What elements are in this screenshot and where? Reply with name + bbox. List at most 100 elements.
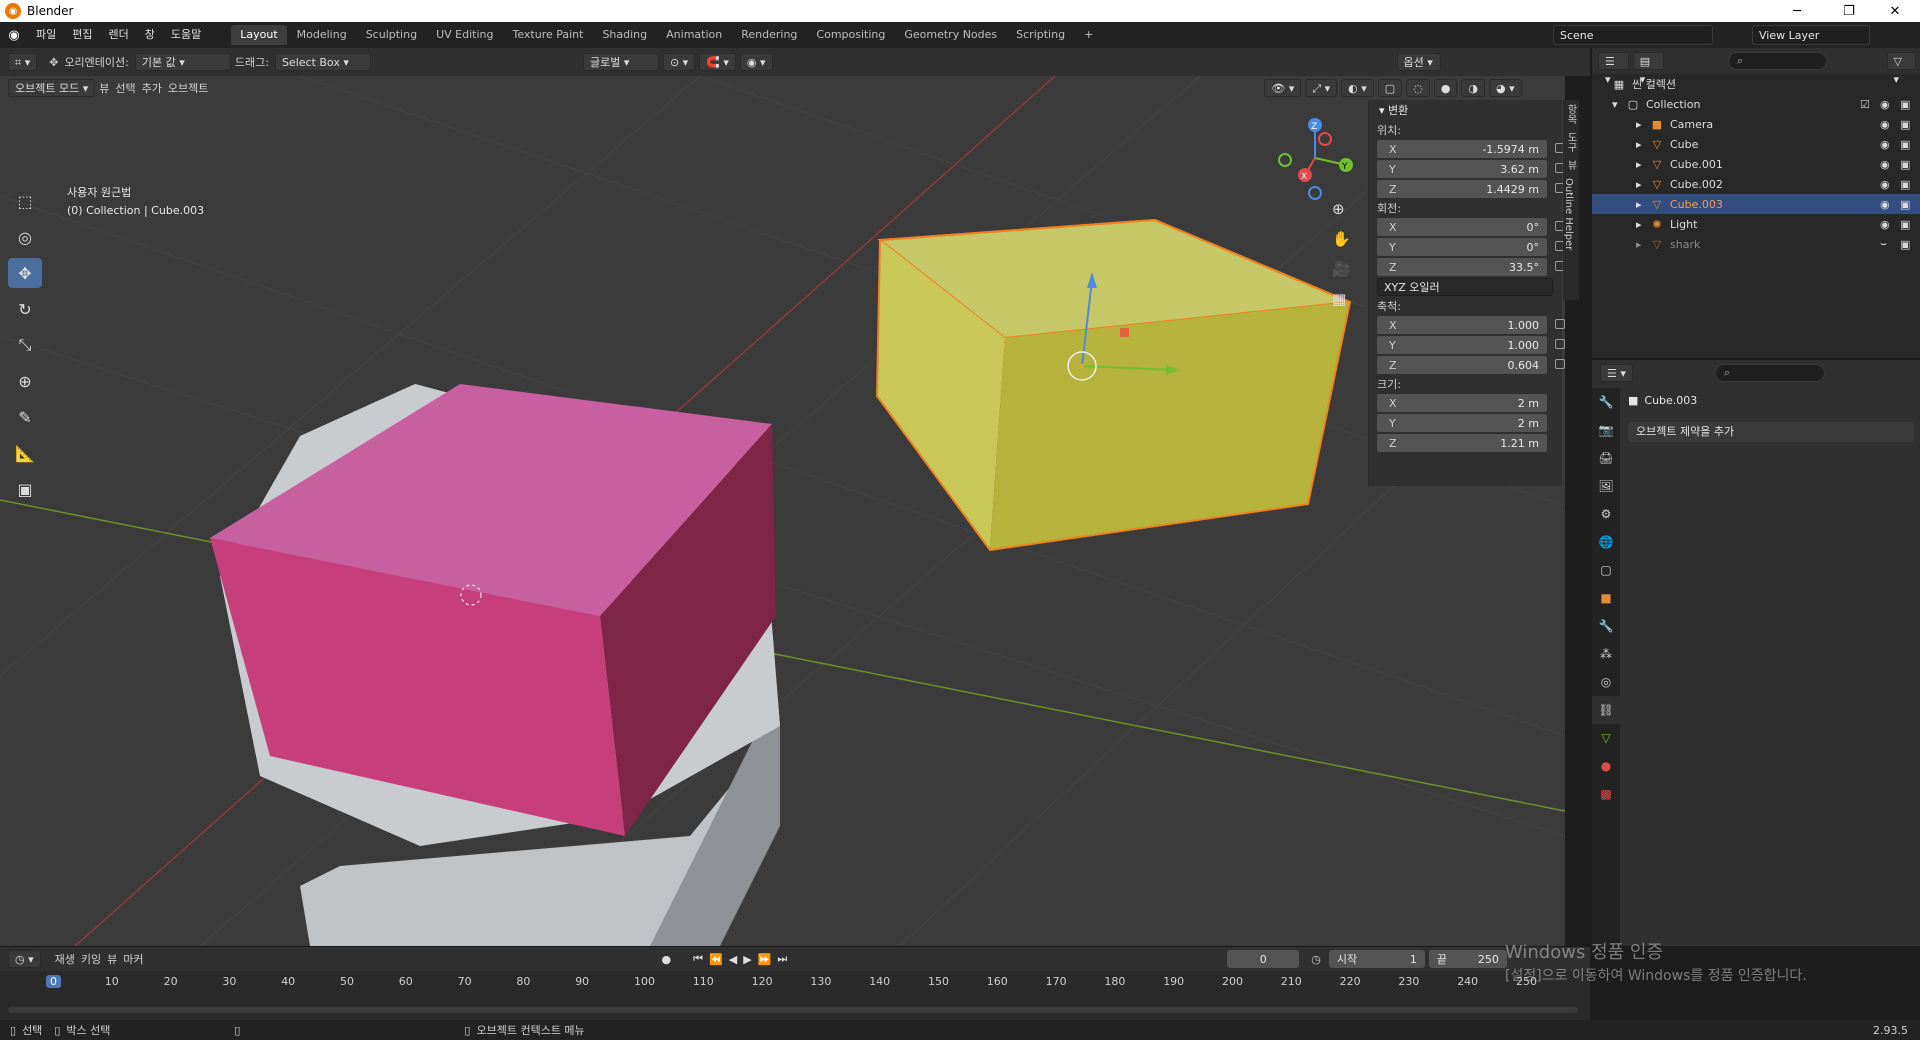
transform-tool-icon[interactable]: ⊕ (8, 366, 42, 396)
tab-outline-helper[interactable]: Outline Helper (1563, 174, 1574, 254)
properties-search-input[interactable]: ⌕ (1714, 364, 1825, 382)
checkbox-icon[interactable]: ☑ (1860, 98, 1870, 111)
add-cube-tool-icon[interactable]: ▣ (8, 474, 42, 504)
location-y-field[interactable]: Y 3.62 m (1377, 160, 1565, 178)
output-tab-icon[interactable]: 🖨 (1592, 444, 1620, 472)
tab-tool[interactable]: 도구 (1563, 128, 1578, 156)
timeline-scrollbar[interactable] (8, 1007, 1578, 1013)
physics-tab-icon[interactable]: ◎ (1592, 668, 1620, 696)
shading-wire-icon[interactable]: ◌ (1406, 79, 1430, 97)
annotate-tool-icon[interactable]: ✎ (8, 402, 42, 432)
tab-compositing[interactable]: Compositing (807, 25, 894, 45)
scale-tool-icon[interactable]: ⤡ (8, 330, 42, 360)
menu-playback[interactable]: 재생 (55, 951, 75, 967)
tab-uv-editing[interactable]: UV Editing (427, 25, 502, 45)
zoom-icon[interactable]: ⊕ (1332, 194, 1351, 224)
dimensions-x-field[interactable]: X2 m (1377, 394, 1547, 412)
timeline-editor-type-icon[interactable]: ◷ ▾ (8, 950, 41, 968)
tab-animation[interactable]: Animation (657, 25, 731, 45)
3d-viewport[interactable]: ⬚ ◎ ✥ ↻ ⤡ ⊕ ✎ 📐 ▣ 사용자 원근법 (0) Collection… (0, 76, 1565, 946)
outliner-row-camera[interactable]: ▸ ■ Camera ◉ ▣ (1592, 114, 1920, 134)
outliner-search-input[interactable]: ⌕ (1727, 52, 1827, 70)
scale-z-field[interactable]: Z 0.604 (1377, 356, 1565, 374)
shading-render-icon[interactable]: ◕ ▾ (1489, 79, 1522, 97)
tab-view[interactable]: 뷰 (1563, 156, 1578, 174)
eye-icon[interactable]: ◉ (1880, 98, 1890, 111)
tab-layout[interactable]: Layout (231, 25, 287, 45)
display-mode-icon[interactable]: ▤ ▾ (1632, 52, 1664, 86)
menu-keying[interactable]: 키잉 (81, 951, 101, 967)
menu-view[interactable]: 뷰 (99, 80, 109, 96)
next-keyframe-icon[interactable]: ⏩ (758, 953, 772, 966)
render-tab-icon[interactable]: 📷 (1592, 416, 1620, 444)
rotation-mode-dropdown[interactable]: XYZ 오일러 (1377, 278, 1553, 296)
material-tab-icon[interactable]: ● (1592, 752, 1620, 780)
outliner-row-shark[interactable]: ▸ ▽ shark ⌣ ▣ (1592, 234, 1920, 254)
particles-tab-icon[interactable]: ⁂ (1592, 640, 1620, 668)
restore-button[interactable]: ❐ (1826, 0, 1872, 22)
transform-section-header[interactable]: ▾ 변환 (1369, 100, 1562, 122)
eye-closed-icon[interactable]: ⌣ (1880, 237, 1887, 251)
cursor-tool-icon[interactable]: ◎ (8, 222, 42, 252)
render-icon[interactable]: ▣ (1900, 158, 1910, 171)
outliner-row-cube-003[interactable]: ▸ ▽ Cube.003 ◉ ▣ (1592, 194, 1920, 214)
data-tab-icon[interactable]: ▽ (1592, 724, 1620, 752)
modifier-tab-icon[interactable]: 🔧 (1592, 612, 1620, 640)
menu-render[interactable]: 렌더 (101, 22, 137, 48)
editor-type-icon[interactable]: ⌗ ▾ (8, 53, 38, 71)
add-workspace-button[interactable]: + (1075, 25, 1102, 45)
render-icon[interactable]: ▣ (1900, 118, 1910, 131)
eye-icon[interactable]: ◉ (1880, 138, 1890, 151)
snap-icon[interactable]: 🧲 ▾ (699, 53, 736, 71)
outliner-row-cube-002[interactable]: ▸ ▽ Cube.002 ◉ ▣ (1592, 174, 1920, 194)
transform-orientation-dropdown[interactable]: 글로벌 ▾ (582, 53, 659, 71)
object-tab-icon[interactable]: ■ (1592, 584, 1620, 612)
navigation-gizmo[interactable]: Z Y X (1270, 113, 1360, 203)
render-icon[interactable]: ▣ (1900, 98, 1910, 111)
visibility-icon[interactable]: 👁 ▾ (1264, 79, 1302, 97)
eye-icon[interactable]: ◉ (1880, 118, 1890, 131)
tab-scripting[interactable]: Scripting (1007, 25, 1074, 45)
measure-tool-icon[interactable]: 📐 (8, 438, 42, 468)
add-constraint-dropdown[interactable]: 오브젝트 제약을 추가 (1628, 422, 1914, 442)
menu-object[interactable]: 오브젝트 (168, 80, 208, 96)
location-x-field[interactable]: X -1.5974 m (1377, 140, 1565, 158)
camera-view-icon[interactable]: 🎥 (1332, 254, 1351, 284)
eye-icon[interactable]: ◉ (1880, 198, 1890, 211)
rotation-x-field[interactable]: X 0° (1377, 218, 1565, 236)
expand-arrow-icon[interactable]: ▸ (1636, 198, 1650, 211)
expand-arrow-icon[interactable]: ▸ (1636, 138, 1650, 151)
minimize-button[interactable]: ─ (1774, 0, 1820, 22)
menu-view[interactable]: 뷰 (107, 951, 117, 967)
gizmo-icon[interactable]: ⤢ ▾ (1305, 79, 1338, 97)
expand-arrow-icon[interactable]: ▾ (1612, 98, 1626, 111)
overlay-icon[interactable]: ◐ ▾ (1341, 79, 1374, 97)
properties-editor-type-icon[interactable]: ☰ ▾ (1600, 364, 1633, 382)
xray-icon[interactable]: ▢ (1377, 79, 1403, 97)
tab-texture-paint[interactable]: Texture Paint (503, 25, 592, 45)
play-icon[interactable]: ▶ (743, 953, 751, 966)
ortho-grid-icon[interactable]: ▦ (1332, 284, 1351, 314)
menu-select[interactable]: 선택 (115, 80, 135, 96)
menu-help[interactable]: 도움말 (163, 22, 209, 48)
menu-add[interactable]: 추가 (142, 80, 162, 96)
eye-icon[interactable]: ◉ (1880, 158, 1890, 171)
jump-start-icon[interactable]: ⏮ (693, 952, 703, 966)
scale-x-field[interactable]: X 1.000 (1377, 316, 1565, 334)
clock-icon[interactable]: ◷ (1311, 953, 1321, 966)
expand-arrow-icon[interactable]: ▸ (1636, 218, 1650, 231)
pan-icon[interactable]: ✋ (1332, 224, 1351, 254)
texture-tab-icon[interactable]: ▩ (1592, 780, 1620, 808)
prev-keyframe-icon[interactable]: ⏪ (709, 953, 723, 966)
filter-icon[interactable]: ▽ ▾ (1886, 52, 1916, 86)
render-icon[interactable]: ▣ (1900, 218, 1910, 231)
tool-tab-icon[interactable]: 🔧 (1592, 388, 1620, 416)
shading-material-icon[interactable]: ◑ (1461, 79, 1486, 97)
eye-icon[interactable]: ◉ (1880, 178, 1890, 191)
render-icon[interactable]: ▣ (1900, 238, 1910, 251)
end-frame-field[interactable]: 끝 250 (1428, 950, 1507, 968)
current-frame-field[interactable]: 0 (1227, 950, 1300, 968)
lock-icon[interactable] (1555, 319, 1565, 329)
tab-item[interactable]: 항목 (1563, 100, 1578, 128)
move-tool-icon[interactable]: ✥ (8, 258, 42, 288)
